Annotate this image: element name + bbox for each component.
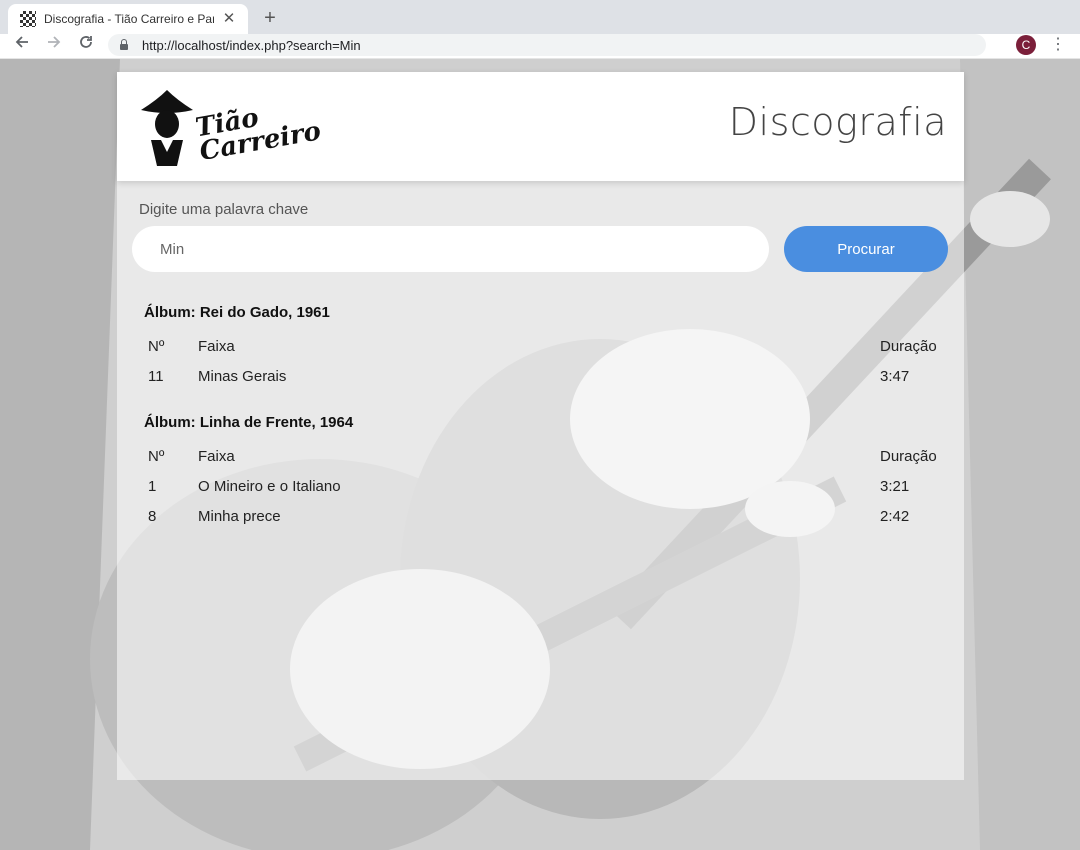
track-name: Minas Gerais (198, 368, 287, 385)
track-duration: 2:42 (880, 508, 910, 525)
table-header-row: Nº Faixa Duração (144, 332, 938, 362)
search-input[interactable] (132, 226, 769, 272)
artist-logo: Tião Carreiro (137, 88, 323, 167)
album-section: Álbum: Rei do Gado, 1961 Nº Faixa Duraçã… (144, 302, 938, 392)
page-viewport: Tião Carreiro Discografia Digite uma pal… (0, 59, 1080, 850)
album-section: Álbum: Linha de Frente, 1964 Nº Faixa Du… (144, 412, 938, 532)
browser-tab-bar: Discografia - Tião Carreiro e Par ✕ + (0, 0, 1080, 34)
cowboy-icon (141, 90, 193, 166)
url-text: http://localhost/index.php?search=Min (142, 37, 361, 53)
table-header-row: Nº Faixa Duração (144, 442, 938, 472)
track-duration: 3:21 (880, 478, 910, 495)
address-bar[interactable]: http://localhost/index.php?search=Min (108, 34, 986, 56)
table-row: 1 O Mineiro e o Italiano 3:21 (144, 472, 938, 502)
back-arrow-icon[interactable] (10, 34, 34, 58)
lock-icon (120, 39, 128, 50)
site-favicon-icon (20, 11, 36, 27)
forward-arrow-icon[interactable] (42, 34, 66, 58)
table-row: 11 Minas Gerais 3:47 (144, 362, 938, 392)
track-name: O Mineiro e o Italiano (198, 478, 341, 495)
track-number: 1 (148, 478, 157, 495)
browser-toolbar: http://localhost/index.php?search=Min C … (0, 34, 1080, 59)
tab-title: Discografia - Tião Carreiro e Par (44, 12, 214, 26)
album-title: Álbum: Linha de Frente, 1964 (144, 414, 354, 431)
reload-icon[interactable] (74, 34, 98, 58)
page-title: Discografia (728, 100, 947, 144)
track-number: 8 (148, 508, 157, 525)
column-header-duration: Duração (880, 448, 937, 465)
browser-tab[interactable]: Discografia - Tião Carreiro e Par ✕ (8, 4, 248, 34)
search-button[interactable]: Procurar (784, 226, 948, 272)
content-panel: Tião Carreiro Discografia Digite uma pal… (117, 72, 964, 780)
logo-text: Tião Carreiro (193, 102, 324, 168)
track-name: Minha prece (198, 508, 281, 525)
column-header-duration: Duração (880, 338, 937, 355)
column-header-track: Faixa (198, 338, 235, 355)
track-duration: 3:47 (880, 368, 910, 385)
search-label: Digite uma palavra chave (139, 201, 309, 218)
column-header-track: Faixa (198, 448, 235, 465)
page-header: Tião Carreiro Discografia (117, 72, 964, 181)
close-tab-icon[interactable]: ✕ (220, 10, 238, 28)
album-title: Álbum: Rei do Gado, 1961 (144, 304, 330, 321)
column-header-no: Nº (148, 448, 165, 465)
track-number: 11 (148, 368, 164, 385)
column-header-no: Nº (148, 338, 165, 355)
kebab-menu-icon[interactable]: ⋮ (1050, 34, 1066, 56)
new-tab-icon[interactable]: + (258, 6, 282, 30)
profile-avatar[interactable]: C (1016, 35, 1036, 55)
table-row: 8 Minha prece 2:42 (144, 502, 938, 532)
